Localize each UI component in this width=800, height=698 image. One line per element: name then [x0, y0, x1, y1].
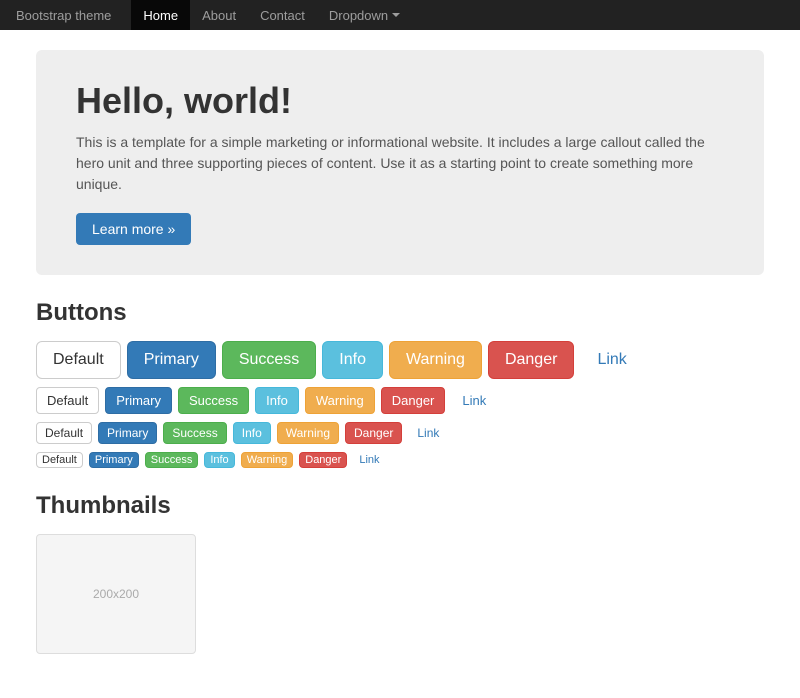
btn-lg-link[interactable]: Link	[580, 341, 643, 379]
btn-lg-warning[interactable]: Warning	[389, 341, 482, 379]
btn-sm-default[interactable]: Default	[36, 422, 92, 444]
btn-lg-default[interactable]: Default	[36, 341, 121, 379]
nav-item-home[interactable]: Home	[131, 0, 190, 30]
btn-sm-warning[interactable]: Warning	[277, 422, 339, 444]
thumbnail-label: 200x200	[93, 587, 139, 601]
btn-xs-info[interactable]: Info	[204, 452, 234, 468]
learn-more-button[interactable]: Learn more »	[76, 213, 191, 245]
btn-sm-primary[interactable]: Primary	[98, 422, 157, 444]
thumbnail-item[interactable]: 200x200	[36, 534, 196, 654]
buttons-section: Buttons Default Primary Success Info War…	[36, 299, 764, 468]
btn-xs-warning[interactable]: Warning	[241, 452, 294, 468]
main-container: Hello, world! This is a template for a s…	[20, 30, 780, 698]
buttons-section-title: Buttons	[36, 299, 764, 327]
btn-md-info[interactable]: Info	[255, 387, 299, 414]
btn-md-default[interactable]: Default	[36, 387, 99, 414]
nav-item-dropdown[interactable]: Dropdown	[317, 0, 412, 30]
hero-description: This is a template for a simple marketin…	[76, 132, 724, 195]
btn-sm-danger[interactable]: Danger	[345, 422, 402, 444]
nav-dropdown-label: Dropdown	[329, 8, 400, 23]
btn-lg-info[interactable]: Info	[322, 341, 383, 379]
btn-xs-danger[interactable]: Danger	[299, 452, 347, 468]
navbar-brand[interactable]: Bootstrap theme	[16, 8, 111, 23]
btn-md-link[interactable]: Link	[451, 387, 497, 414]
btn-md-danger[interactable]: Danger	[381, 387, 446, 414]
btn-xs-link[interactable]: Link	[353, 452, 385, 468]
btn-xs-default[interactable]: Default	[36, 452, 83, 468]
thumbnails-section-title: Thumbnails	[36, 492, 764, 520]
nav-item-contact[interactable]: Contact	[248, 0, 317, 30]
btn-md-success[interactable]: Success	[178, 387, 249, 414]
btn-lg-primary[interactable]: Primary	[127, 341, 216, 379]
navbar: Bootstrap theme Home About Contact Dropd…	[0, 0, 800, 30]
nav-items: Home About Contact Dropdown	[131, 0, 412, 30]
hero-unit: Hello, world! This is a template for a s…	[36, 50, 764, 275]
btn-md-primary[interactable]: Primary	[105, 387, 172, 414]
btn-row-xs: Default Primary Success Info Warning Dan…	[36, 452, 764, 468]
btn-lg-success[interactable]: Success	[222, 341, 316, 379]
hero-title: Hello, world!	[76, 80, 724, 122]
thumbnails-section: Thumbnails 200x200	[36, 492, 764, 654]
btn-lg-danger[interactable]: Danger	[488, 341, 574, 379]
dropdown-caret-icon	[392, 13, 400, 17]
btn-md-warning[interactable]: Warning	[305, 387, 375, 414]
btn-row-sm: Default Primary Success Info Warning Dan…	[36, 422, 764, 444]
nav-item-about[interactable]: About	[190, 0, 248, 30]
btn-row-md: Default Primary Success Info Warning Dan…	[36, 387, 764, 414]
btn-row-lg: Default Primary Success Info Warning Dan…	[36, 341, 764, 379]
btn-xs-success[interactable]: Success	[145, 452, 199, 468]
btn-sm-success[interactable]: Success	[163, 422, 226, 444]
btn-sm-link[interactable]: Link	[408, 422, 448, 444]
btn-xs-primary[interactable]: Primary	[89, 452, 139, 468]
btn-sm-info[interactable]: Info	[233, 422, 271, 444]
